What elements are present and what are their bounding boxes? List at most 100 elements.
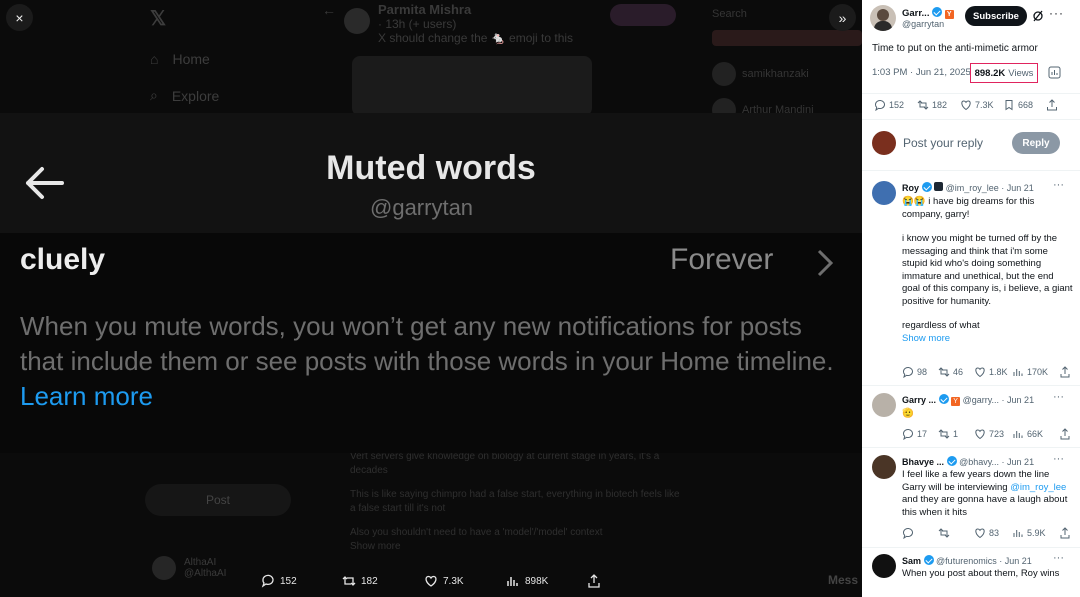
thread-panel: Garr... Y @garrytan Subscribe ··· Time t…: [862, 0, 1080, 597]
background-image: [352, 56, 592, 116]
reply-stat[interactable]: 152: [874, 99, 904, 111]
repost-stat[interactable]: 182: [917, 99, 947, 111]
heart-icon: [975, 528, 985, 539]
heart-icon: [975, 429, 985, 440]
views-icon: [507, 577, 518, 586]
post-timestamp: 1:03 PM · Jun 21, 2025: [872, 67, 971, 78]
share-icon[interactable]: [1060, 428, 1070, 440]
home-nav: ⌂ Home: [150, 50, 210, 67]
reply-icon: [875, 100, 885, 111]
background-subscribe: [610, 4, 676, 26]
messages-drawer-label[interactable]: Mess: [828, 573, 858, 587]
verified-icon: [946, 456, 957, 466]
show-more-link[interactable]: Show more: [902, 333, 1074, 346]
avatar[interactable]: [872, 181, 896, 205]
more-options-icon[interactable]: ···: [1053, 391, 1064, 403]
author-name[interactable]: Garr...: [902, 8, 929, 19]
mute-description: When you mute words, you won’t get any n…: [20, 311, 834, 411]
background-post-button: Post: [145, 484, 291, 516]
ycombinator-badge-icon: Y: [944, 10, 954, 19]
expand-icon[interactable]: »: [829, 4, 856, 31]
views-stat[interactable]: 170K: [1012, 366, 1048, 378]
heart-icon: [961, 100, 971, 111]
reply-icon: [903, 528, 913, 539]
repost-icon: [938, 429, 950, 439]
reply-icon: [261, 574, 274, 588]
avatar[interactable]: [872, 393, 896, 417]
panel-handle: @garrytan: [370, 195, 474, 220]
panel-title: Muted words: [326, 149, 536, 187]
avatar: [344, 8, 370, 34]
avatar[interactable]: [872, 554, 896, 578]
reply-text: 😭😭 i have big dreams for this company, g…: [902, 196, 1074, 346]
views-icon: [1013, 431, 1023, 438]
views-stat[interactable]: 66K: [1012, 428, 1043, 440]
views-icon: [1013, 369, 1023, 376]
repost-stat[interactable]: 46: [938, 366, 963, 378]
muted-word-row: cluely Forever: [20, 243, 840, 283]
author-handle[interactable]: @garrytan: [902, 19, 954, 29]
repost-icon: [938, 367, 950, 377]
home-icon: ⌂: [150, 50, 159, 67]
analytics-icon[interactable]: [1048, 66, 1061, 79]
muted-words-image: Muted words @garrytan cluely Forever Whe…: [0, 113, 862, 453]
post-text: Time to put on the anti-mimetic armor: [872, 43, 1038, 54]
back-icon: ←: [322, 2, 336, 18]
heart-icon: [975, 367, 985, 378]
like-stat[interactable]: 7.3K: [960, 99, 994, 111]
bookmark-stat[interactable]: 668: [1003, 99, 1033, 111]
x-logo-icon: 𝕏: [150, 8, 167, 30]
subscribe-button[interactable]: Subscribe: [965, 6, 1027, 26]
background-nav: ⌂ Home ⌕ Explore: [150, 40, 219, 114]
reply-button[interactable]: Reply: [1012, 132, 1060, 154]
repost-stat[interactable]: [938, 527, 950, 539]
search-icon: ⌕: [150, 87, 158, 103]
author-info: Garr... Y @garrytan: [902, 7, 954, 29]
reply-input[interactable]: Post your reply: [903, 136, 983, 150]
heart-icon: [425, 575, 437, 587]
chevron-right-icon: [817, 249, 834, 277]
more-options-icon[interactable]: ···: [1053, 453, 1064, 465]
like-stat[interactable]: 723: [974, 428, 1004, 440]
like-stat[interactable]: 1.8K: [974, 366, 1008, 378]
mention-link[interactable]: @im_roy_lee: [1010, 482, 1066, 493]
repost-stat[interactable]: 1: [938, 428, 958, 440]
post-text: X should change the 🐁 emoji to this: [378, 31, 574, 45]
reply-icon: [903, 429, 913, 440]
like-action[interactable]: 7.3K: [424, 574, 464, 588]
share-icon[interactable]: [1060, 366, 1070, 378]
media-viewer: 𝕏 ⌂ Home ⌕ Explore ← Parmita Mishra · 13h …: [0, 0, 862, 597]
muted-word: cluely: [20, 243, 106, 276]
author-avatar[interactable]: [870, 5, 896, 31]
like-stat[interactable]: 83: [974, 527, 999, 539]
share-action[interactable]: [587, 574, 601, 588]
bookmark-icon: [1005, 100, 1013, 111]
reply-text: When you post about them, Roy wins: [902, 568, 1060, 579]
reply-icon: [903, 367, 913, 378]
more-options-icon[interactable]: ···: [1053, 179, 1064, 191]
more-options-icon[interactable]: ···: [1049, 6, 1064, 20]
verified-icon: [938, 394, 949, 404]
reply-stat[interactable]: 17: [902, 428, 927, 440]
reply-action[interactable]: 152: [261, 574, 297, 588]
repost-action[interactable]: 182: [342, 574, 378, 588]
reply-stat[interactable]: [902, 527, 914, 539]
views-stat[interactable]: 5.9K: [1012, 527, 1046, 539]
reply-header: Sam @futurenomics · Jun 21: [902, 555, 1032, 566]
share-icon: [588, 574, 600, 588]
repost-icon: [342, 576, 356, 586]
views-count-box[interactable]: 898.2K Views: [970, 63, 1038, 83]
share-icon[interactable]: [1060, 527, 1070, 539]
share-icon[interactable]: [1046, 99, 1058, 111]
reply-text: 🫡: [902, 408, 914, 419]
post-meta: · 13h (+ users): [378, 17, 457, 31]
more-options-icon[interactable]: ···: [1053, 552, 1064, 564]
close-icon[interactable]: ×: [6, 4, 33, 31]
avatar[interactable]: [872, 455, 896, 479]
views-action[interactable]: 898K: [506, 574, 548, 588]
post-author: Parmita Mishra: [378, 2, 472, 17]
grok-icon[interactable]: [1032, 10, 1044, 22]
reply-stat[interactable]: 98: [902, 366, 927, 378]
reply-header: Garry ... Y @garry... · Jun 21: [902, 394, 1035, 406]
repost-icon: [917, 100, 929, 110]
